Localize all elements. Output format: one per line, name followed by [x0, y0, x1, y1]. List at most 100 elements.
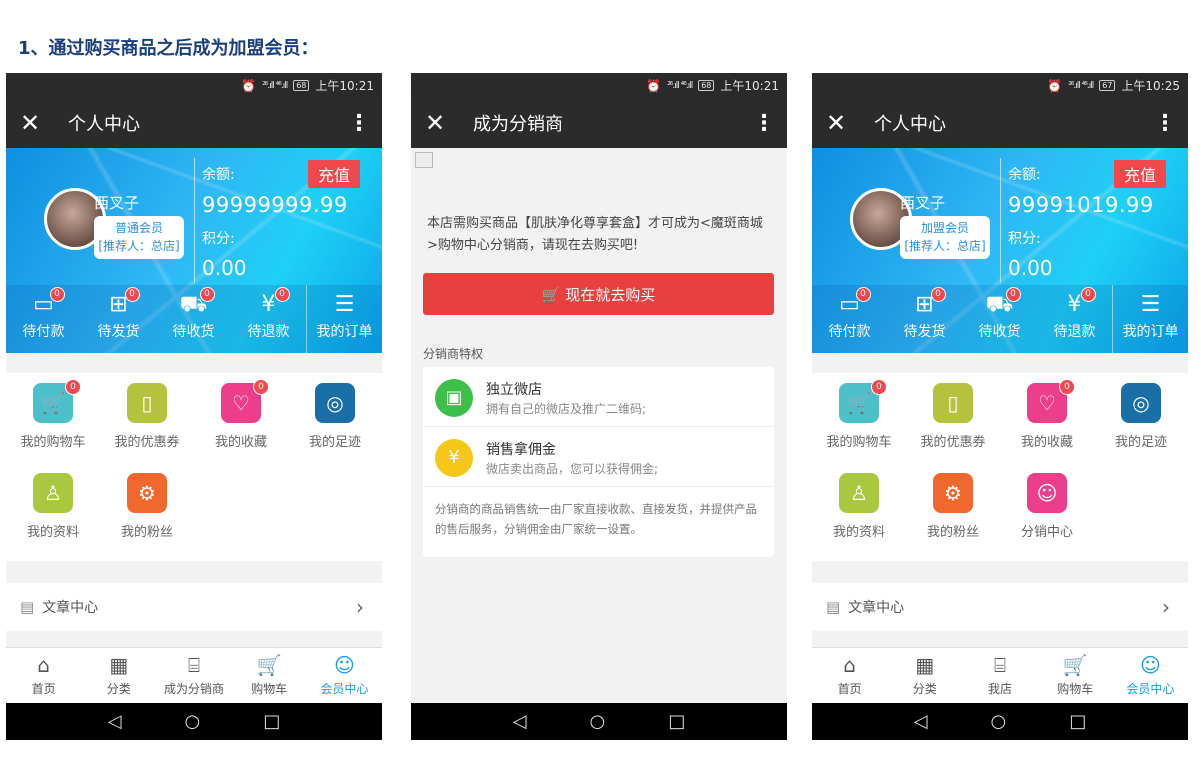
home-button-icon[interactable]: ○: [185, 711, 201, 732]
count-badge: 0: [253, 379, 269, 395]
menu-label: 我的资料: [832, 525, 885, 540]
order-pending-refund[interactable]: ¥0 待退款: [1037, 285, 1112, 353]
wallet-icon: ▭: [839, 292, 860, 317]
points-value: 0.00: [202, 256, 247, 280]
tab-member-center[interactable]: ☺ 会员中心: [1113, 648, 1188, 703]
order-pending-receipt[interactable]: ⛟ 0 待收货: [962, 285, 1037, 353]
store-icon: ⌸: [188, 653, 200, 677]
back-icon[interactable]: ◁: [513, 711, 527, 732]
menu-cart[interactable]: 🛒 0 我的购物车: [6, 379, 100, 473]
tab-home[interactable]: ⌂ 首页: [6, 648, 81, 703]
signal-icon: ²⁶.ıll ⁴⁶.ıll: [1068, 80, 1094, 91]
refund-icon: ¥: [261, 292, 276, 317]
box-icon: ⊞: [915, 292, 934, 317]
order-pending-receipt[interactable]: ⛟ 0 待收货: [156, 285, 231, 353]
order-label: 待付款: [828, 324, 871, 340]
phone-screen-become-distributor: ⏰ ²⁶.ıll ⁴⁶.ıll 68 上午10:21 ✕ 成为分销商 ⋮ 本店需…: [411, 73, 787, 740]
tab-category[interactable]: ▦ 分类: [887, 648, 962, 703]
home-button-icon[interactable]: ○: [590, 711, 606, 732]
tab-label: 购物车: [251, 682, 288, 696]
broken-image-icon: [415, 152, 433, 168]
status-bar: ⏰ ²⁶.ıll ⁴⁶.ıll 68 上午10:21: [6, 73, 382, 98]
buy-now-button[interactable]: 🛒 现在就去购买: [423, 273, 774, 315]
close-icon[interactable]: ✕: [425, 109, 465, 137]
recharge-button[interactable]: 充值: [307, 160, 360, 188]
more-menu-icon[interactable]: ⋮: [1154, 111, 1176, 136]
order-pending-payment[interactable]: ▭ 0 待付款: [6, 285, 81, 353]
android-nav-bar: ◁ ○ □: [411, 703, 787, 740]
my-orders[interactable]: ☰ 我的订单: [306, 285, 382, 353]
bottom-tab-bar: ⌂ 首页 ▦ 分类 ⌸ 成为分销商 🛒 购物车 ☺ 会员中心: [6, 647, 382, 703]
tab-become-distributor[interactable]: ⌸ 成为分销商: [156, 648, 231, 703]
phone-icon: ▯: [127, 383, 167, 423]
menu-coupons[interactable]: ▯ 我的优惠券: [906, 383, 1000, 473]
truck-icon: ⛟: [985, 292, 1014, 317]
menu-label: 我的收藏: [1020, 435, 1073, 450]
menu-profile[interactable]: ♙ 我的资料: [6, 473, 100, 563]
close-icon[interactable]: ✕: [826, 109, 866, 137]
order-pending-refund[interactable]: ¥0 待退款: [231, 285, 306, 353]
article-label: 文章中心: [42, 600, 99, 616]
truck-icon: ⛟: [179, 292, 208, 317]
menu-footprints[interactable]: ◎ 我的足迹: [288, 383, 382, 473]
menu-label: 我的优惠券: [114, 435, 180, 450]
tab-cart[interactable]: 🛒 购物车: [232, 648, 307, 703]
recents-icon[interactable]: □: [1069, 711, 1086, 732]
tab-member-center[interactable]: ☺ 会员中心: [307, 648, 382, 703]
back-icon[interactable]: ◁: [108, 711, 122, 732]
menu-favorites[interactable]: ♡ 0 我的收藏: [194, 379, 288, 473]
points-label: 积分:: [1008, 231, 1041, 247]
menu-profile[interactable]: ♙ 我的资料: [812, 473, 906, 563]
recharge-button[interactable]: 充值: [1113, 160, 1166, 188]
tab-my-store[interactable]: ⌸ 我店: [962, 648, 1037, 703]
status-bar: ⏰ ²⁶.ıll ⁴⁶.ıll 67 上午10:25: [812, 73, 1188, 98]
recents-icon[interactable]: □: [263, 711, 280, 732]
menu-favorites[interactable]: ♡ 0 我的收藏: [1000, 379, 1094, 473]
close-icon[interactable]: ✕: [20, 109, 60, 137]
order-pending-shipment[interactable]: ⊞ 0 待发货: [887, 285, 962, 353]
tab-label: 成为分销商: [164, 682, 225, 696]
balance-value: 99999999.99: [202, 193, 348, 217]
order-label: 待付款: [22, 324, 65, 340]
privilege-desc: 微店卖出商品，您可以获得佣金;: [486, 462, 659, 476]
fans-icon: ⚙: [933, 473, 973, 513]
article-center-row[interactable]: ▤ 文章中心 ›: [812, 583, 1188, 631]
recents-icon[interactable]: □: [668, 711, 685, 732]
order-label: 待收货: [978, 324, 1021, 340]
order-pending-shipment[interactable]: ⊞ 0 待发货: [81, 285, 156, 353]
article-label: 文章中心: [848, 600, 905, 616]
box-icon: ⊞: [109, 292, 128, 317]
menu-fans[interactable]: ⚙ 我的粉丝: [100, 473, 194, 563]
menu-footprints[interactable]: ◎ 我的足迹: [1094, 383, 1188, 473]
menu-distribution-center[interactable]: ☺ 分销中心: [1000, 473, 1094, 563]
page-heading: 1、通过购买商品之后成为加盟会员：: [18, 38, 319, 59]
count-badge: 0: [49, 287, 65, 302]
tab-category[interactable]: ▦ 分类: [81, 648, 156, 703]
bottom-tab-bar: ⌂ 首页 ▦ 分类 ⌸ 我店 🛒 购物车 ☺ 会员中心: [812, 647, 1188, 703]
tab-cart[interactable]: 🛒 购物车: [1038, 648, 1113, 703]
privilege-note: 分销商的商品销售统一由厂家直接收款、直接发货，并提供产品的售后服务，分销佣金由厂…: [435, 502, 757, 536]
more-menu-icon[interactable]: ⋮: [753, 111, 775, 136]
tab-home[interactable]: ⌂ 首页: [812, 648, 887, 703]
menu-coupons[interactable]: ▯ 我的优惠券: [100, 383, 194, 473]
menu-label: 分销中心: [1020, 525, 1073, 540]
menu-label: 我的购物车: [20, 435, 86, 450]
document-icon: ▤: [826, 598, 841, 616]
back-icon[interactable]: ◁: [914, 711, 928, 732]
more-menu-icon[interactable]: ⋮: [348, 111, 370, 136]
menu-fans[interactable]: ⚙ 我的粉丝: [906, 473, 1000, 563]
order-label: 我的订单: [1122, 324, 1179, 340]
my-orders[interactable]: ☰ 我的订单: [1112, 285, 1188, 353]
user-name: 西叉子: [94, 194, 140, 212]
home-button-icon[interactable]: ○: [991, 711, 1007, 732]
grid-icon: ▦: [915, 653, 935, 677]
member-level: 加盟会员: [920, 221, 969, 235]
count-badge: 0: [1080, 287, 1096, 302]
alarm-icon: ⏰: [241, 78, 257, 93]
chevron-right-icon: ›: [1162, 595, 1170, 619]
article-center-row[interactable]: ▤ 文章中心 ›: [6, 583, 382, 631]
order-pending-payment[interactable]: ▭ 0 待付款: [812, 285, 887, 353]
user-banner: 西叉子 加盟会员 [推荐人：总店] 余额: 99991019.99 积分: 0.…: [812, 148, 1188, 353]
title-bar: ✕ 个人中心 ⋮: [812, 98, 1188, 148]
menu-cart[interactable]: 🛒 0 我的购物车: [812, 379, 906, 473]
